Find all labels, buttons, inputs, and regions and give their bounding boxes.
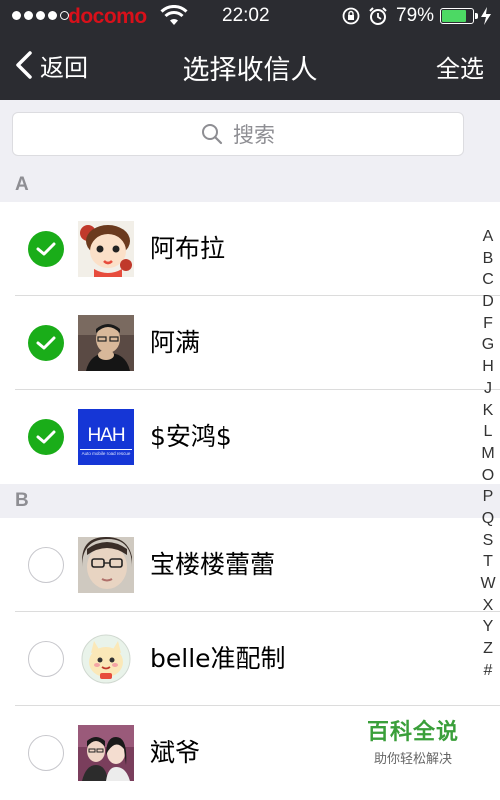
index-letter[interactable]: Q — [482, 508, 494, 530]
contact-row[interactable]: 阿布拉 — [0, 202, 500, 296]
wifi-icon — [160, 5, 188, 25]
index-letter[interactable]: T — [483, 551, 493, 573]
carrier-name: docomo — [68, 5, 147, 28]
index-letter[interactable]: Y — [483, 616, 494, 638]
index-letter[interactable]: C — [482, 269, 494, 291]
contact-name: 阿布拉 — [150, 234, 226, 263]
index-letter[interactable]: M — [481, 443, 494, 465]
unchecked-circle-icon[interactable] — [28, 641, 64, 677]
navigation-bar: 返回 选择收信人 全选 — [0, 34, 500, 100]
checked-circle-icon[interactable] — [28, 325, 64, 361]
unchecked-circle-icon[interactable] — [28, 547, 64, 583]
section-header-b: B — [0, 484, 500, 518]
index-letter[interactable]: D — [482, 291, 494, 313]
index-letter[interactable]: A — [483, 226, 494, 248]
contact-row[interactable]: 阿满 — [0, 296, 500, 390]
avatar — [78, 631, 134, 687]
index-letter[interactable]: X — [483, 595, 494, 617]
search-placeholder: 搜索 — [233, 123, 275, 147]
index-letter[interactable]: O — [482, 465, 494, 487]
index-letter[interactable]: S — [483, 530, 494, 552]
avatar-logo-text: HAH — [87, 425, 125, 446]
watermark: 百科全说 助你轻松解决 — [348, 708, 478, 776]
checked-circle-icon[interactable] — [28, 419, 64, 455]
index-letter[interactable]: G — [482, 334, 494, 356]
index-letter[interactable]: K — [483, 400, 494, 422]
status-bar: docomo 22:02 79% — [0, 0, 500, 34]
checked-circle-icon[interactable] — [28, 231, 64, 267]
search-icon — [202, 124, 223, 145]
signal-dots-icon — [12, 11, 69, 20]
alphabet-index-bar[interactable]: A B C D F G H J K L M O P Q S T W X Y Z # — [478, 226, 498, 681]
contact-name: $安鸿$ — [150, 422, 232, 451]
contact-name: 阿满 — [150, 328, 201, 357]
avatar — [78, 315, 134, 371]
battery-icon — [440, 8, 478, 24]
avatar — [78, 221, 134, 277]
index-letter[interactable]: F — [483, 313, 493, 335]
rotation-lock-icon — [342, 7, 360, 25]
contact-name: belle准配制 — [150, 644, 286, 673]
contact-name: 斌爷 — [150, 738, 201, 767]
section-header-a: A — [0, 168, 500, 202]
avatar — [78, 537, 134, 593]
select-all-button[interactable]: 全选 — [436, 49, 484, 84]
contact-row[interactable]: 宝楼楼蕾蕾 — [0, 518, 500, 612]
top-bar: docomo 22:02 79% 返回 选择收信人 全选 — [0, 0, 500, 100]
avatar: HAH Auto mobile road rescue — [78, 409, 134, 465]
avatar-caption: Auto mobile road rescue — [81, 451, 131, 456]
index-letter[interactable]: B — [483, 248, 494, 270]
index-letter[interactable]: W — [480, 573, 495, 595]
page-title: 选择收信人 — [182, 55, 318, 86]
search-input[interactable]: 搜索 — [12, 112, 464, 156]
index-letter[interactable]: # — [484, 660, 493, 682]
avatar — [78, 725, 134, 781]
index-letter[interactable]: L — [484, 421, 493, 443]
index-letter[interactable]: P — [483, 486, 494, 508]
contact-row[interactable]: HAH Auto mobile road rescue $安鸿$ — [0, 390, 500, 484]
alarm-icon — [369, 7, 387, 25]
battery-percent: 79% — [396, 5, 435, 26]
search-area: 搜索 — [0, 100, 500, 168]
contact-name: 宝楼楼蕾蕾 — [150, 550, 276, 579]
unchecked-circle-icon[interactable] — [28, 735, 64, 771]
index-letter[interactable]: Z — [483, 638, 493, 660]
index-letter[interactable]: J — [484, 378, 492, 400]
contact-row[interactable]: belle准配制 — [0, 612, 500, 706]
charging-bolt-icon — [481, 7, 491, 25]
status-time: 22:02 — [222, 5, 270, 26]
index-letter[interactable]: H — [482, 356, 494, 378]
watermark-subtitle: 助你轻松解决 — [373, 752, 452, 767]
watermark-title: 百科全说 — [366, 720, 459, 745]
